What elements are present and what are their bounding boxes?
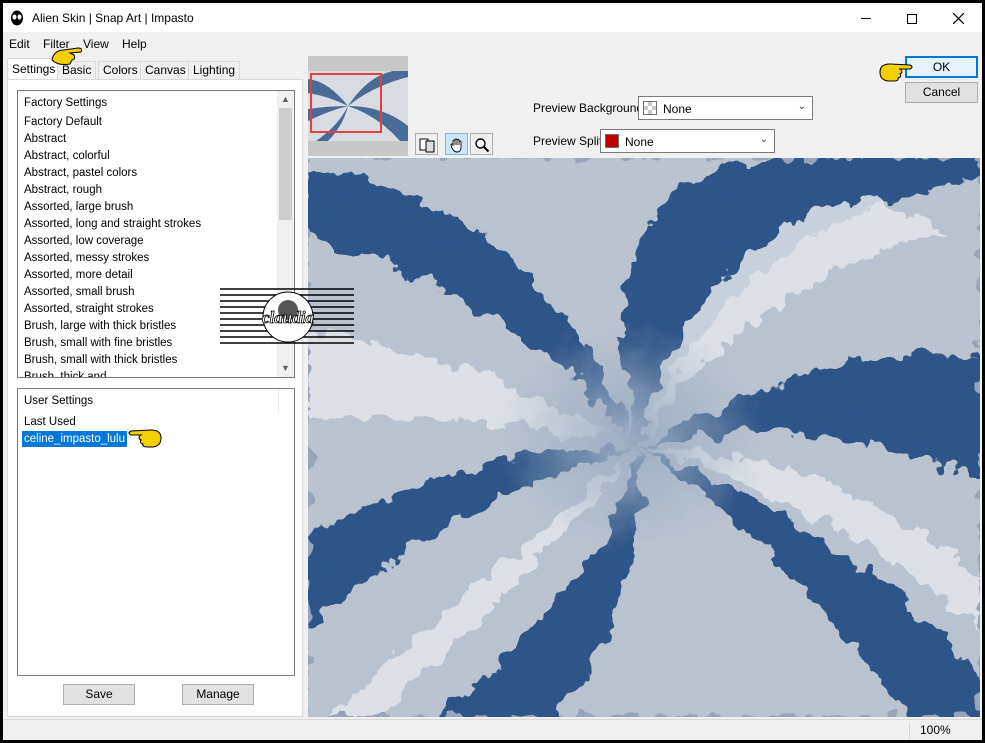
hand-icon bbox=[450, 138, 461, 153]
tab-canvas[interactable]: Canvas bbox=[140, 61, 191, 80]
list-item[interactable]: Abstract, colorful bbox=[24, 148, 110, 165]
preview-background-label: Preview Background: bbox=[533, 101, 647, 115]
list-item[interactable]: Assorted, more detail bbox=[24, 267, 133, 284]
zoom-level: 100% bbox=[909, 722, 979, 739]
ok-button[interactable]: OK bbox=[905, 56, 978, 78]
factory-settings-title: Factory Settings bbox=[24, 97, 108, 109]
chevron-down-icon: ⌄ bbox=[797, 101, 806, 112]
manage-button[interactable]: Manage bbox=[182, 684, 254, 705]
column-divider bbox=[278, 389, 279, 413]
list-item[interactable]: Brush, small with thick bristles bbox=[24, 352, 177, 369]
settings-panel: Factory Settings Factory Default Abstrac… bbox=[7, 79, 303, 717]
maximize-button[interactable] bbox=[889, 3, 935, 33]
checkerboard-swatch bbox=[643, 101, 657, 115]
list-item[interactable]: Assorted, messy strokes bbox=[24, 250, 149, 267]
factory-settings-header: Factory Settings bbox=[18, 91, 278, 113]
magnifier-icon bbox=[474, 138, 489, 153]
menu-bar: Edit Filter View Help bbox=[3, 34, 982, 54]
list-item[interactable]: Brush, thick and bbox=[24, 369, 106, 377]
pointing-hand-icon bbox=[51, 47, 83, 65]
list-item[interactable]: Assorted, large brush bbox=[24, 199, 133, 216]
list-item[interactable]: Assorted, small brush bbox=[24, 284, 135, 301]
scroll-up-icon[interactable]: ▲ bbox=[277, 91, 294, 108]
title-bar: Alien Skin | Snap Art | Impasto bbox=[3, 3, 982, 33]
chevron-down-icon: ⌄ bbox=[759, 134, 768, 145]
preview-background-value: None bbox=[663, 102, 692, 116]
close-icon bbox=[952, 12, 964, 25]
navigator-viewport-frame[interactable] bbox=[310, 73, 382, 133]
watermark-text: claudia bbox=[262, 308, 314, 327]
minimize-button[interactable] bbox=[843, 3, 889, 33]
cancel-button[interactable]: Cancel bbox=[905, 82, 978, 103]
user-settings-title: User Settings bbox=[24, 395, 94, 407]
selected-user-preset[interactable]: celine_impasto_lulu bbox=[22, 431, 128, 447]
preview-split-dropdown[interactable]: None ⌄ bbox=[600, 129, 775, 153]
zoom-tool-button[interactable] bbox=[470, 133, 493, 155]
list-item[interactable]: Abstract, rough bbox=[24, 182, 102, 199]
list-item[interactable]: Assorted, straight strokes bbox=[24, 301, 154, 318]
preview-background-dropdown[interactable]: None ⌄ bbox=[638, 96, 813, 120]
impasto-dialog: Alien Skin | Snap Art | Impasto Edit Fil… bbox=[3, 3, 982, 740]
list-item[interactable]: Brush, large with thick bristles bbox=[24, 318, 176, 335]
scroll-down-icon[interactable]: ▼ bbox=[277, 360, 294, 377]
menu-edit[interactable]: Edit bbox=[9, 37, 30, 51]
compare-icon bbox=[419, 138, 434, 153]
preview-split-value: None bbox=[625, 135, 654, 149]
maximize-icon bbox=[907, 13, 917, 24]
alien-skin-icon bbox=[11, 10, 23, 26]
navigator-thumbnail[interactable] bbox=[308, 56, 408, 156]
hand-tool-button[interactable] bbox=[445, 133, 468, 155]
menu-view[interactable]: View bbox=[83, 37, 109, 51]
list-item[interactable]: Abstract bbox=[24, 131, 66, 148]
list-item[interactable]: Factory Default bbox=[24, 114, 102, 131]
tab-lighting[interactable]: Lighting bbox=[188, 61, 241, 80]
pointing-hand-icon bbox=[879, 63, 913, 82]
list-item[interactable]: Last Used bbox=[24, 414, 76, 431]
menu-help[interactable]: Help bbox=[122, 37, 147, 51]
preview-canvas[interactable] bbox=[308, 158, 980, 717]
preview-split-label: Preview Split: bbox=[533, 134, 606, 148]
pointing-hand-icon bbox=[128, 429, 162, 448]
red-color-swatch bbox=[605, 134, 619, 148]
list-item[interactable]: Brush, small with fine bristles bbox=[24, 335, 172, 352]
scrollbar-thumb[interactable] bbox=[279, 108, 292, 220]
compare-tool-button[interactable] bbox=[415, 133, 438, 155]
close-button[interactable] bbox=[935, 3, 981, 33]
minimize-icon bbox=[861, 18, 871, 20]
save-button[interactable]: Save bbox=[63, 684, 135, 705]
list-item[interactable]: Abstract, pastel colors bbox=[24, 165, 137, 182]
list-item[interactable]: Assorted, long and straight strokes bbox=[24, 216, 201, 233]
window-title: Alien Skin | Snap Art | Impasto bbox=[32, 11, 194, 25]
tab-colors[interactable]: Colors bbox=[98, 61, 143, 80]
claudia-watermark-logo: claudia bbox=[220, 288, 354, 344]
status-bar: 100% bbox=[3, 719, 982, 740]
list-item[interactable]: Assorted, low coverage bbox=[24, 233, 144, 250]
